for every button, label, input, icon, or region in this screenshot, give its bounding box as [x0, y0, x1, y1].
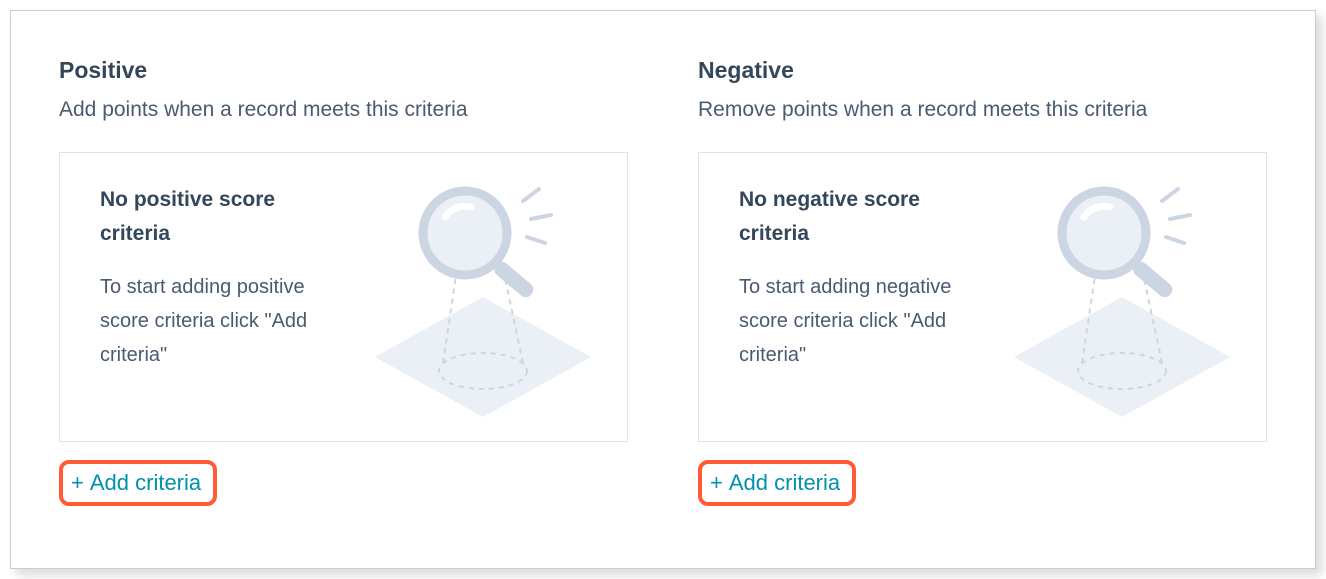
plus-icon: + — [710, 470, 723, 496]
positive-card-desc: To start adding positive score criteria … — [100, 270, 350, 372]
add-negative-label: Add criteria — [729, 470, 840, 496]
scoring-panel: Positive Add points when a record meets … — [10, 10, 1316, 569]
add-negative-criteria-button[interactable]: + Add criteria — [698, 460, 856, 506]
positive-title: Positive — [59, 57, 628, 84]
negative-card-heading: No negative score criteria — [739, 183, 989, 250]
positive-empty-card: No positive score criteria To start addi… — [59, 152, 628, 442]
magnifier-illustration-icon — [353, 167, 613, 427]
positive-column: Positive Add points when a record meets … — [59, 57, 628, 538]
add-positive-criteria-button[interactable]: + Add criteria — [59, 460, 217, 506]
add-positive-label: Add criteria — [90, 470, 201, 496]
magnifier-illustration-icon — [992, 167, 1252, 427]
positive-card-heading: No positive score criteria — [100, 183, 350, 250]
negative-card-text: No negative score criteria To start addi… — [739, 183, 989, 405]
positive-subtitle: Add points when a record meets this crit… — [59, 98, 628, 122]
negative-title: Negative — [698, 57, 1267, 84]
negative-empty-card: No negative score criteria To start addi… — [698, 152, 1267, 442]
negative-subtitle: Remove points when a record meets this c… — [698, 98, 1267, 122]
positive-card-text: No positive score criteria To start addi… — [100, 183, 350, 405]
plus-icon: + — [71, 470, 84, 496]
negative-column: Negative Remove points when a record mee… — [698, 57, 1267, 538]
negative-card-desc: To start adding negative score criteria … — [739, 270, 989, 372]
